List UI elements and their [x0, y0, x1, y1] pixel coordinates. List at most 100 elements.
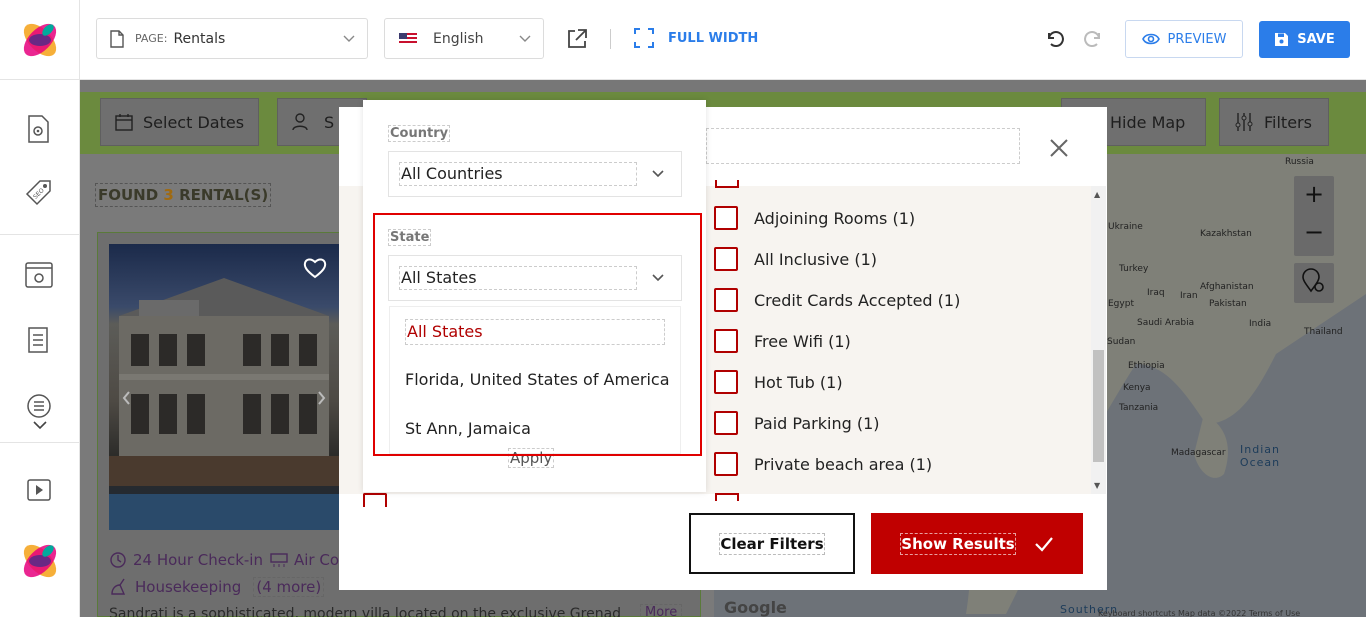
country-select[interactable]: All Countries	[388, 151, 682, 197]
amenity-checkbox[interactable]	[715, 180, 739, 188]
amenity-filter-label: Free Wifi (1)	[754, 331, 851, 351]
svg-text:SEO: SEO	[32, 187, 46, 201]
map-pin-icon	[1302, 268, 1324, 293]
amenity-filter-label: Paid Parking (1)	[754, 413, 880, 433]
amenity-checkbox[interactable]	[714, 411, 738, 435]
eye-icon	[1141, 33, 1160, 45]
sidebar-divider	[0, 442, 80, 443]
filters-button[interactable]: Filters	[1219, 98, 1329, 146]
amenity-filter-row[interactable]: Free Wifi (1)	[714, 329, 851, 353]
found-prefix: FOUND	[98, 186, 159, 204]
map-label: Kazakhstan	[1200, 229, 1252, 239]
amenity-checkbox[interactable]	[714, 247, 738, 271]
language-select[interactable]: English	[384, 18, 544, 59]
map-label: Iraq	[1147, 288, 1165, 298]
scroll-down-arrow-icon[interactable]: ▼	[1094, 481, 1100, 490]
chevron-down-icon	[519, 35, 531, 42]
page-settings-icon[interactable]	[24, 114, 54, 144]
broom-icon	[111, 578, 126, 595]
map-location-button[interactable]	[1294, 263, 1334, 303]
amenity-checkbox[interactable]	[714, 370, 738, 394]
show-results-button[interactable]: Show Results	[871, 513, 1083, 574]
more-amenities-link[interactable]: (4 more)	[253, 577, 325, 597]
page-select[interactable]: PAGE: Rentals	[96, 18, 368, 59]
amenity-checkbox[interactable]	[714, 452, 738, 476]
amenity-housekeeping: Housekeeping (4 more)	[109, 577, 325, 597]
guests-label: S	[324, 112, 335, 132]
zoom-out-button[interactable]: −	[1304, 218, 1324, 246]
amenity-filter-row[interactable]: Hot Tub (1)	[714, 370, 843, 394]
map-label: Afghanistan	[1200, 282, 1254, 292]
amenity-checkin: 24 Hour Check-in	[109, 551, 263, 569]
amenity-filter-row[interactable]: Paid Parking (1)	[714, 411, 880, 435]
video-play-icon[interactable]	[24, 476, 54, 504]
full-width-button[interactable]: FULL WIDTH	[634, 28, 758, 48]
highlight-box	[373, 213, 702, 456]
pages-list-icon[interactable]	[24, 326, 54, 356]
brand-logo-icon	[23, 544, 57, 578]
scrollbar-thumb[interactable]	[1093, 350, 1104, 462]
close-modal-button[interactable]	[1048, 137, 1070, 159]
more-button[interactable]: More	[640, 604, 683, 617]
ocean-label: Indian Ocean	[1239, 443, 1281, 469]
show-results-label: Show Results	[900, 532, 1016, 555]
amenity-checkbox[interactable]	[714, 329, 738, 353]
left-sidebar: SEO	[0, 80, 80, 617]
preview-button[interactable]: PREVIEW	[1125, 20, 1243, 58]
found-count: 3	[163, 186, 174, 204]
save-button[interactable]: SAVE	[1259, 21, 1350, 58]
clear-filters-button[interactable]: Clear Filters	[689, 513, 855, 574]
map-label: Pakistan	[1209, 299, 1247, 309]
seo-tag-icon[interactable]: SEO	[24, 178, 54, 208]
found-suffix: RENTAL(S)	[179, 186, 269, 204]
chevron-down-icon	[343, 35, 355, 42]
amenity-checkbox[interactable]	[714, 288, 738, 312]
hide-map-label: Hide Map	[1110, 112, 1186, 132]
undo-icon	[1048, 31, 1064, 47]
close-icon	[1050, 139, 1068, 157]
checkmark-icon	[1034, 536, 1053, 552]
undo-button[interactable]	[1044, 28, 1066, 50]
open-external-button[interactable]	[566, 28, 588, 50]
us-flag-icon	[399, 32, 417, 45]
amenity-filter-label: Credit Cards Accepted (1)	[754, 290, 961, 310]
page-select-prefix: PAGE:	[135, 32, 168, 45]
select-dates-button[interactable]: Select Dates	[100, 98, 260, 146]
results-count: FOUND 3 RENTAL(S)	[95, 183, 272, 207]
heart-icon	[303, 258, 327, 279]
scroll-up-arrow-icon[interactable]: ▲	[1094, 190, 1100, 199]
floppy-disk-icon	[1275, 33, 1289, 46]
map-label: Saudi Arabia	[1137, 318, 1195, 328]
chevron-down-icon[interactable]	[32, 418, 48, 432]
amenity-filter-label: Adjoining Rooms (1)	[754, 208, 916, 228]
amenity-label: Housekeeping	[135, 578, 242, 596]
chevron-down-icon	[652, 170, 664, 178]
app-logo[interactable]	[0, 0, 80, 80]
amenity-checkbox[interactable]	[715, 493, 739, 501]
rental-photo[interactable]	[109, 244, 339, 530]
sliders-icon	[1235, 113, 1253, 131]
amenity-filter-row[interactable]: Adjoining Rooms (1)	[714, 206, 915, 230]
redo-button[interactable]	[1082, 28, 1104, 50]
amenity-filter-row[interactable]: Private beach area (1)	[714, 452, 932, 476]
clock-icon	[110, 552, 126, 568]
modal-search-field[interactable]	[706, 128, 1020, 164]
page-icon	[110, 29, 124, 48]
map-label: Ukraine	[1108, 222, 1143, 232]
logo-icon	[23, 23, 57, 57]
filter-checkbox[interactable]	[363, 493, 387, 507]
amenity-aircon: Air Con	[270, 551, 349, 569]
map-label: India	[1249, 319, 1272, 329]
map-footer: Keyboard shortcuts Map data ©2022 Terms …	[1098, 609, 1301, 617]
rental-description: Sandrati is a sophisticated, modern vill…	[109, 606, 622, 617]
amenity-checkbox[interactable]	[714, 206, 738, 230]
map-label: Egypt	[1108, 299, 1134, 309]
zoom-in-button[interactable]: +	[1304, 180, 1324, 208]
favorite-button[interactable]	[302, 256, 328, 280]
amenity-filter-label: All Inclusive (1)	[754, 249, 878, 269]
map-label: Kenya	[1123, 383, 1151, 393]
site-settings-icon[interactable]	[24, 260, 54, 290]
amenity-filter-row[interactable]: Credit Cards Accepted (1)	[714, 288, 960, 312]
amenity-filter-row[interactable]: All Inclusive (1)	[714, 247, 877, 271]
full-width-label: FULL WIDTH	[668, 30, 759, 46]
